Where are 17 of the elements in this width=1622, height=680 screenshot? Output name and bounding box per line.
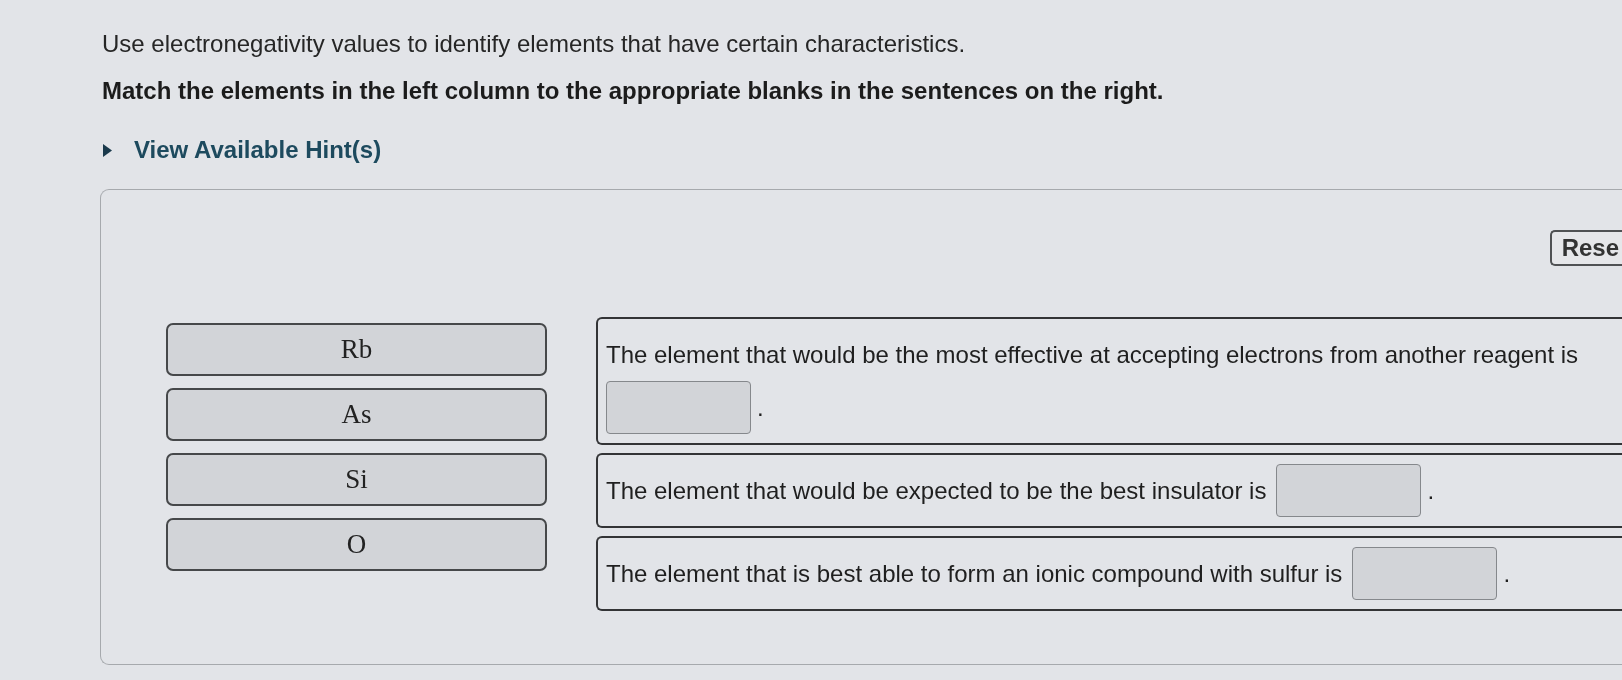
- intro-text: Use electronegativity values to identify elements that have certain characteristics.: [102, 30, 967, 58]
- sentence-period: .: [1427, 476, 1435, 505]
- drag-tile[interactable]: Rb: [166, 323, 547, 376]
- drag-tile[interactable]: Si: [166, 453, 547, 506]
- sentence-text: The element that would be expected to be the best insulator is: [606, 476, 1267, 505]
- sentence-period: .: [1503, 559, 1511, 588]
- reset-button[interactable]: Rese: [1549, 230, 1622, 266]
- sentence-text: The element that is best able to form an ionic compound with sulfur is: [606, 559, 1343, 588]
- sentence-period: .: [757, 393, 764, 422]
- answer-blank[interactable]: [1352, 547, 1498, 600]
- sentence-text: The element that would be the most effective at accepting electrons from another reagent is: [606, 340, 1579, 369]
- task-text: Match the elements in the left column to the appropriate blanks in the sentences on the right.: [102, 77, 1165, 105]
- answer-blank[interactable]: [606, 381, 751, 434]
- drag-tile[interactable]: As: [166, 388, 547, 441]
- drag-tile[interactable]: O: [166, 518, 547, 571]
- answer-blank[interactable]: [1276, 464, 1422, 517]
- hints-link[interactable]: View Available Hint(s): [103, 136, 382, 164]
